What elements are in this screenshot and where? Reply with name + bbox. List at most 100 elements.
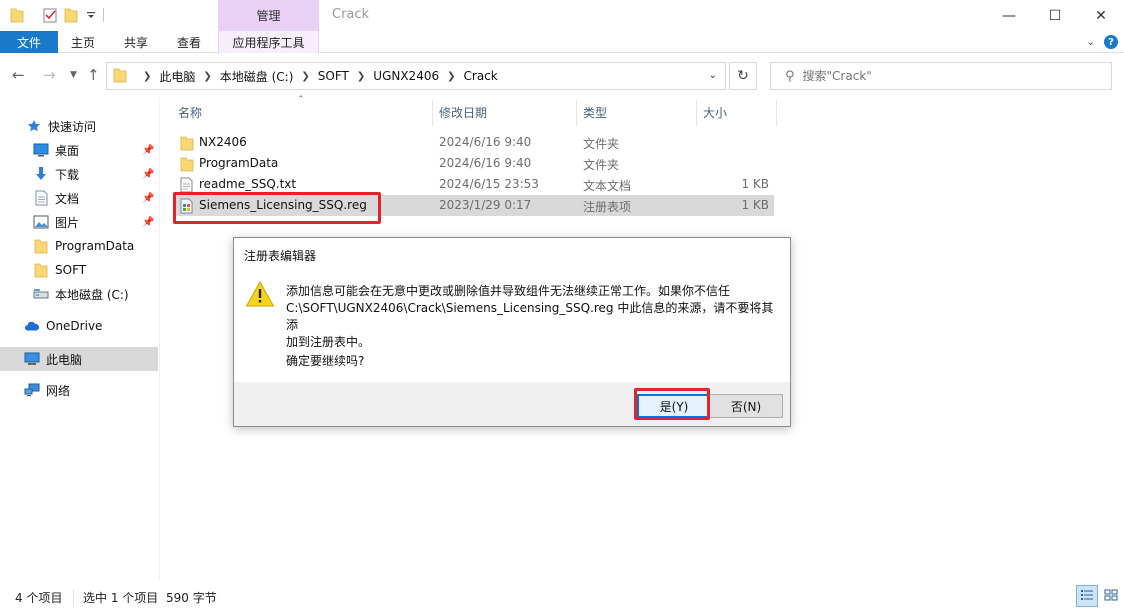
ribbon-tab-bar: 文件 主页 共享 查看 应用程序工具 ⌄ ? <box>0 31 1124 53</box>
column-divider[interactable] <box>432 100 433 126</box>
tab-file[interactable]: 文件 <box>0 31 58 53</box>
sidebar-item-label: 文档 <box>55 191 80 206</box>
tab-home[interactable]: 主页 <box>71 31 95 53</box>
dialog-message-line: C:\SOFT\UGNX2406\Crack\Siemens_Licensing… <box>286 301 774 332</box>
file-date: 2024/6/15 23:53 <box>439 177 539 191</box>
breadcrumb-chevron-icon[interactable]: ❯ <box>301 71 309 82</box>
column-divider[interactable] <box>776 100 777 126</box>
column-divider[interactable] <box>696 100 697 126</box>
breadcrumb-this-pc[interactable]: 此电脑 <box>159 68 195 85</box>
cloud-icon <box>24 318 40 334</box>
highlight-annotation-file <box>173 192 381 224</box>
column-header-name[interactable]: 名称 <box>178 98 202 126</box>
column-header-type[interactable]: 类型 <box>583 98 607 126</box>
refresh-button[interactable]: ↻ <box>729 62 757 90</box>
up-arrow-icon[interactable]: ↑ <box>87 66 100 84</box>
desktop-icon <box>33 142 49 158</box>
sidebar-item-this-pc[interactable]: 此电脑 <box>0 347 158 371</box>
file-type: 文件夹 <box>583 137 620 151</box>
highlight-annotation-yes <box>634 388 710 420</box>
breadcrumb-crack[interactable]: Crack <box>464 69 498 83</box>
maximize-button[interactable]: ☐ <box>1032 0 1078 31</box>
sidebar-item-network[interactable]: 网络 <box>0 378 158 402</box>
tab-application-tools[interactable]: 应用程序工具 <box>218 31 319 53</box>
breadcrumb-chevron-icon[interactable]: ❯ <box>143 71 151 82</box>
sidebar-item-desktop[interactable]: 桌面 📌 <box>0 138 158 162</box>
new-folder-quick-access-icon[interactable] <box>64 6 78 24</box>
breadcrumb-local-disk[interactable]: 本地磁盘 (C:) <box>220 68 294 85</box>
breadcrumb-chevron-icon[interactable]: ❯ <box>357 71 365 82</box>
expand-ribbon-chevron-icon[interactable]: ⌄ <box>1086 35 1095 48</box>
address-dropdown-chevron-icon[interactable]: ⌄ <box>709 70 717 81</box>
breadcrumb-chevron-icon[interactable]: ❯ <box>447 71 455 82</box>
tab-view[interactable]: 查看 <box>177 31 201 53</box>
details-view-button[interactable] <box>1076 585 1098 607</box>
sidebar-item-downloads[interactable]: 下载 📌 <box>0 162 158 186</box>
column-header-date[interactable]: 修改日期 <box>439 98 487 126</box>
drive-icon <box>33 286 49 302</box>
file-row[interactable]: NX2406 2024/6/16 9:40 文件夹 <box>174 132 774 153</box>
sidebar-item-label: 桌面 <box>55 143 80 158</box>
dialog-question: 确定要继续吗? <box>286 354 365 368</box>
sidebar-item-label: 快速访问 <box>48 119 97 134</box>
folder-icon <box>180 156 194 175</box>
pin-icon[interactable]: 📌 <box>142 193 154 204</box>
large-icons-view-button[interactable] <box>1100 585 1122 607</box>
dialog-title: 注册表编辑器 <box>244 249 317 263</box>
sidebar-item-pictures[interactable]: 图片 📌 <box>0 210 158 234</box>
breadcrumb-soft[interactable]: SOFT <box>318 69 349 83</box>
network-icon <box>24 382 40 398</box>
computer-icon <box>24 351 40 367</box>
search-icon: ⚲ <box>785 68 795 84</box>
status-selected: 选中 1 个项目 <box>83 591 159 605</box>
sidebar-item-programdata[interactable]: ProgramData <box>0 234 158 258</box>
forward-arrow-icon[interactable]: → <box>43 66 56 84</box>
sidebar-item-label: ProgramData <box>55 239 135 253</box>
status-size: 590 字节 <box>166 591 217 605</box>
sidebar-item-label: 图片 <box>55 215 80 230</box>
title-bar: 管理 Crack — ☐ ✕ <box>0 0 1124 31</box>
dialog-message: 添加信息可能会在无意中更改或删除值并导致组件无法继续正常工作。如果你不信任 C:… <box>286 283 781 351</box>
dialog-body: 添加信息可能会在无意中更改或删除值并导致组件无法继续正常工作。如果你不信任 C:… <box>234 268 790 382</box>
close-button[interactable]: ✕ <box>1078 0 1124 31</box>
address-bar[interactable]: ❯ 此电脑 ❯ 本地磁盘 (C:) ❯ SOFT ❯ UGNX2406 ❯ Cr… <box>106 62 726 90</box>
column-header-size[interactable]: 大小 <box>703 98 727 126</box>
download-icon <box>33 166 49 182</box>
status-bar: 4 个项目 选中 1 个项目 590 字节 <box>0 585 1124 609</box>
search-input[interactable] <box>802 69 1093 83</box>
pin-icon[interactable]: 📌 <box>142 169 154 180</box>
details-view-icon <box>1080 589 1094 604</box>
sidebar-item-quick-access[interactable]: 快速访问 <box>0 114 158 138</box>
sidebar-item-documents[interactable]: 文档 📌 <box>0 186 158 210</box>
file-size: 1 KB <box>741 198 769 212</box>
navigation-pane: 快速访问 桌面 📌 下载 📌 文档 📌 图片 📌 ProgramData SOF… <box>0 98 160 580</box>
help-icon[interactable]: ? <box>1104 35 1118 49</box>
sidebar-item-local-disk[interactable]: 本地磁盘 (C:) <box>0 282 158 306</box>
minimize-button[interactable]: — <box>986 0 1032 31</box>
tab-share[interactable]: 共享 <box>124 31 148 53</box>
search-box[interactable]: ⚲ <box>770 62 1112 90</box>
pin-icon[interactable]: 📌 <box>142 145 154 156</box>
sidebar-item-label: 本地磁盘 (C:) <box>55 287 129 302</box>
sidebar-item-soft[interactable]: SOFT <box>0 258 158 282</box>
sidebar-item-label: 网络 <box>46 383 71 398</box>
file-type: 文本文档 <box>583 179 632 193</box>
column-divider[interactable] <box>576 100 577 126</box>
pin-icon[interactable]: 📌 <box>142 217 154 228</box>
breadcrumb-chevron-icon[interactable]: ❯ <box>203 71 211 82</box>
back-arrow-icon[interactable]: ← <box>12 66 25 84</box>
document-icon <box>33 190 49 206</box>
customize-quick-access-dropdown-icon[interactable] <box>86 6 96 24</box>
recent-locations-chevron-icon[interactable]: ▼ <box>70 70 77 80</box>
sidebar-item-onedrive[interactable]: OneDrive <box>0 314 158 338</box>
breadcrumb-ugnx2406[interactable]: UGNX2406 <box>373 69 439 83</box>
file-date: 2024/6/16 9:40 <box>439 156 532 170</box>
properties-quick-access-icon[interactable] <box>42 6 58 24</box>
folder-icon <box>33 238 49 254</box>
status-item-count: 4 个项目 <box>15 591 63 605</box>
picture-icon <box>33 214 49 230</box>
no-button[interactable]: 否(N) <box>709 394 783 418</box>
sidebar-item-label: 下载 <box>55 167 80 182</box>
file-row[interactable]: ProgramData 2024/6/16 9:40 文件夹 <box>174 153 774 174</box>
file-date: 2023/1/29 0:17 <box>439 198 532 212</box>
